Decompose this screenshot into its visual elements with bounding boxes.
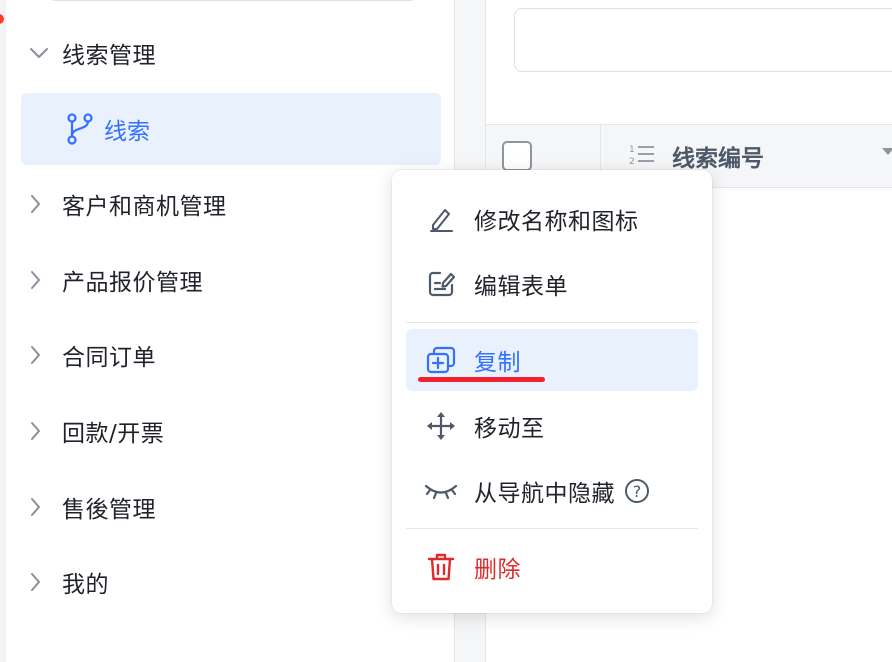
menu-item-label: 编辑表单 — [474, 274, 568, 300]
sidebar-group-label: 产品报价管理 — [62, 270, 203, 296]
pen-icon — [424, 205, 458, 233]
chevron-down-icon — [28, 46, 54, 60]
sidebar-group-leads[interactable]: 线索管理 — [28, 33, 156, 73]
move-icon — [424, 411, 458, 441]
menu-item-label: 修改名称和图标 — [474, 209, 639, 235]
caret-down-icon[interactable] — [882, 148, 892, 155]
menu-divider — [406, 322, 698, 323]
annotation-underline — [418, 377, 545, 382]
svg-text:2: 2 — [629, 157, 635, 166]
sidebar-group-label: 线索管理 — [62, 43, 156, 69]
sidebar-group-customers[interactable]: 客户和商机管理 — [28, 184, 227, 224]
menu-item-label: 复制 — [474, 350, 521, 376]
chevron-right-icon — [28, 571, 54, 593]
menu-item-delete[interactable]: 删除 — [406, 536, 698, 598]
sidebar-group-label: 回款/开票 — [62, 421, 165, 447]
menu-item-rename[interactable]: 修改名称和图标 — [406, 188, 698, 250]
chevron-right-icon — [28, 193, 54, 215]
sidebar-group-payments[interactable]: 回款/开票 — [28, 411, 164, 451]
chevron-right-icon — [28, 420, 54, 442]
menu-item-label: 删除 — [474, 557, 521, 583]
edit-form-icon — [424, 269, 458, 299]
menu-divider — [406, 528, 698, 529]
eye-closed-icon — [424, 481, 458, 501]
sidebar-group-label: 客户和商机管理 — [62, 194, 227, 220]
menu-item-edit-form[interactable]: 编辑表单 — [406, 253, 698, 315]
column-title-lead-number[interactable]: 线索编号 — [672, 139, 764, 173]
filter-input[interactable] — [514, 8, 892, 72]
chevron-right-icon — [28, 496, 54, 518]
git-branch-icon — [66, 113, 94, 145]
sidebar-group-contracts[interactable]: 合同订单 — [28, 335, 156, 375]
menu-item-label: 从导航中隐藏 — [474, 481, 615, 507]
sidebar-group-aftersales[interactable]: 售後管理 — [28, 487, 156, 527]
sidebar-group-label: 合同订单 — [62, 345, 156, 371]
chevron-right-icon — [28, 269, 54, 291]
sidebar-group-label: 我的 — [62, 572, 109, 598]
sidebar-item-label: 线索 — [104, 119, 150, 145]
menu-item-move[interactable]: 移动至 — [406, 395, 698, 457]
copy-icon — [424, 345, 458, 375]
svg-text:1: 1 — [629, 145, 635, 155]
sidebar-group-mine[interactable]: 我的 — [28, 562, 109, 602]
sidebar-search-input[interactable] — [44, 0, 422, 1]
help-icon[interactable]: ? — [625, 479, 649, 503]
sidebar-item-leads[interactable]: 线索 — [21, 93, 441, 165]
sidebar-group-label: 售後管理 — [62, 497, 156, 523]
menu-item-hide[interactable]: 从导航中隐藏 ? — [406, 460, 698, 522]
context-menu: 修改名称和图标 编辑表单 复制 移动至 从导航中隐藏 ? 删除 — [392, 170, 712, 613]
sidebar-group-products[interactable]: 产品报价管理 — [28, 260, 203, 300]
select-all-checkbox[interactable] — [502, 141, 532, 171]
chevron-right-icon — [28, 344, 54, 366]
menu-item-label: 移动至 — [474, 416, 545, 442]
ordered-list-icon: 1 2 — [628, 142, 656, 170]
trash-icon — [424, 552, 458, 582]
